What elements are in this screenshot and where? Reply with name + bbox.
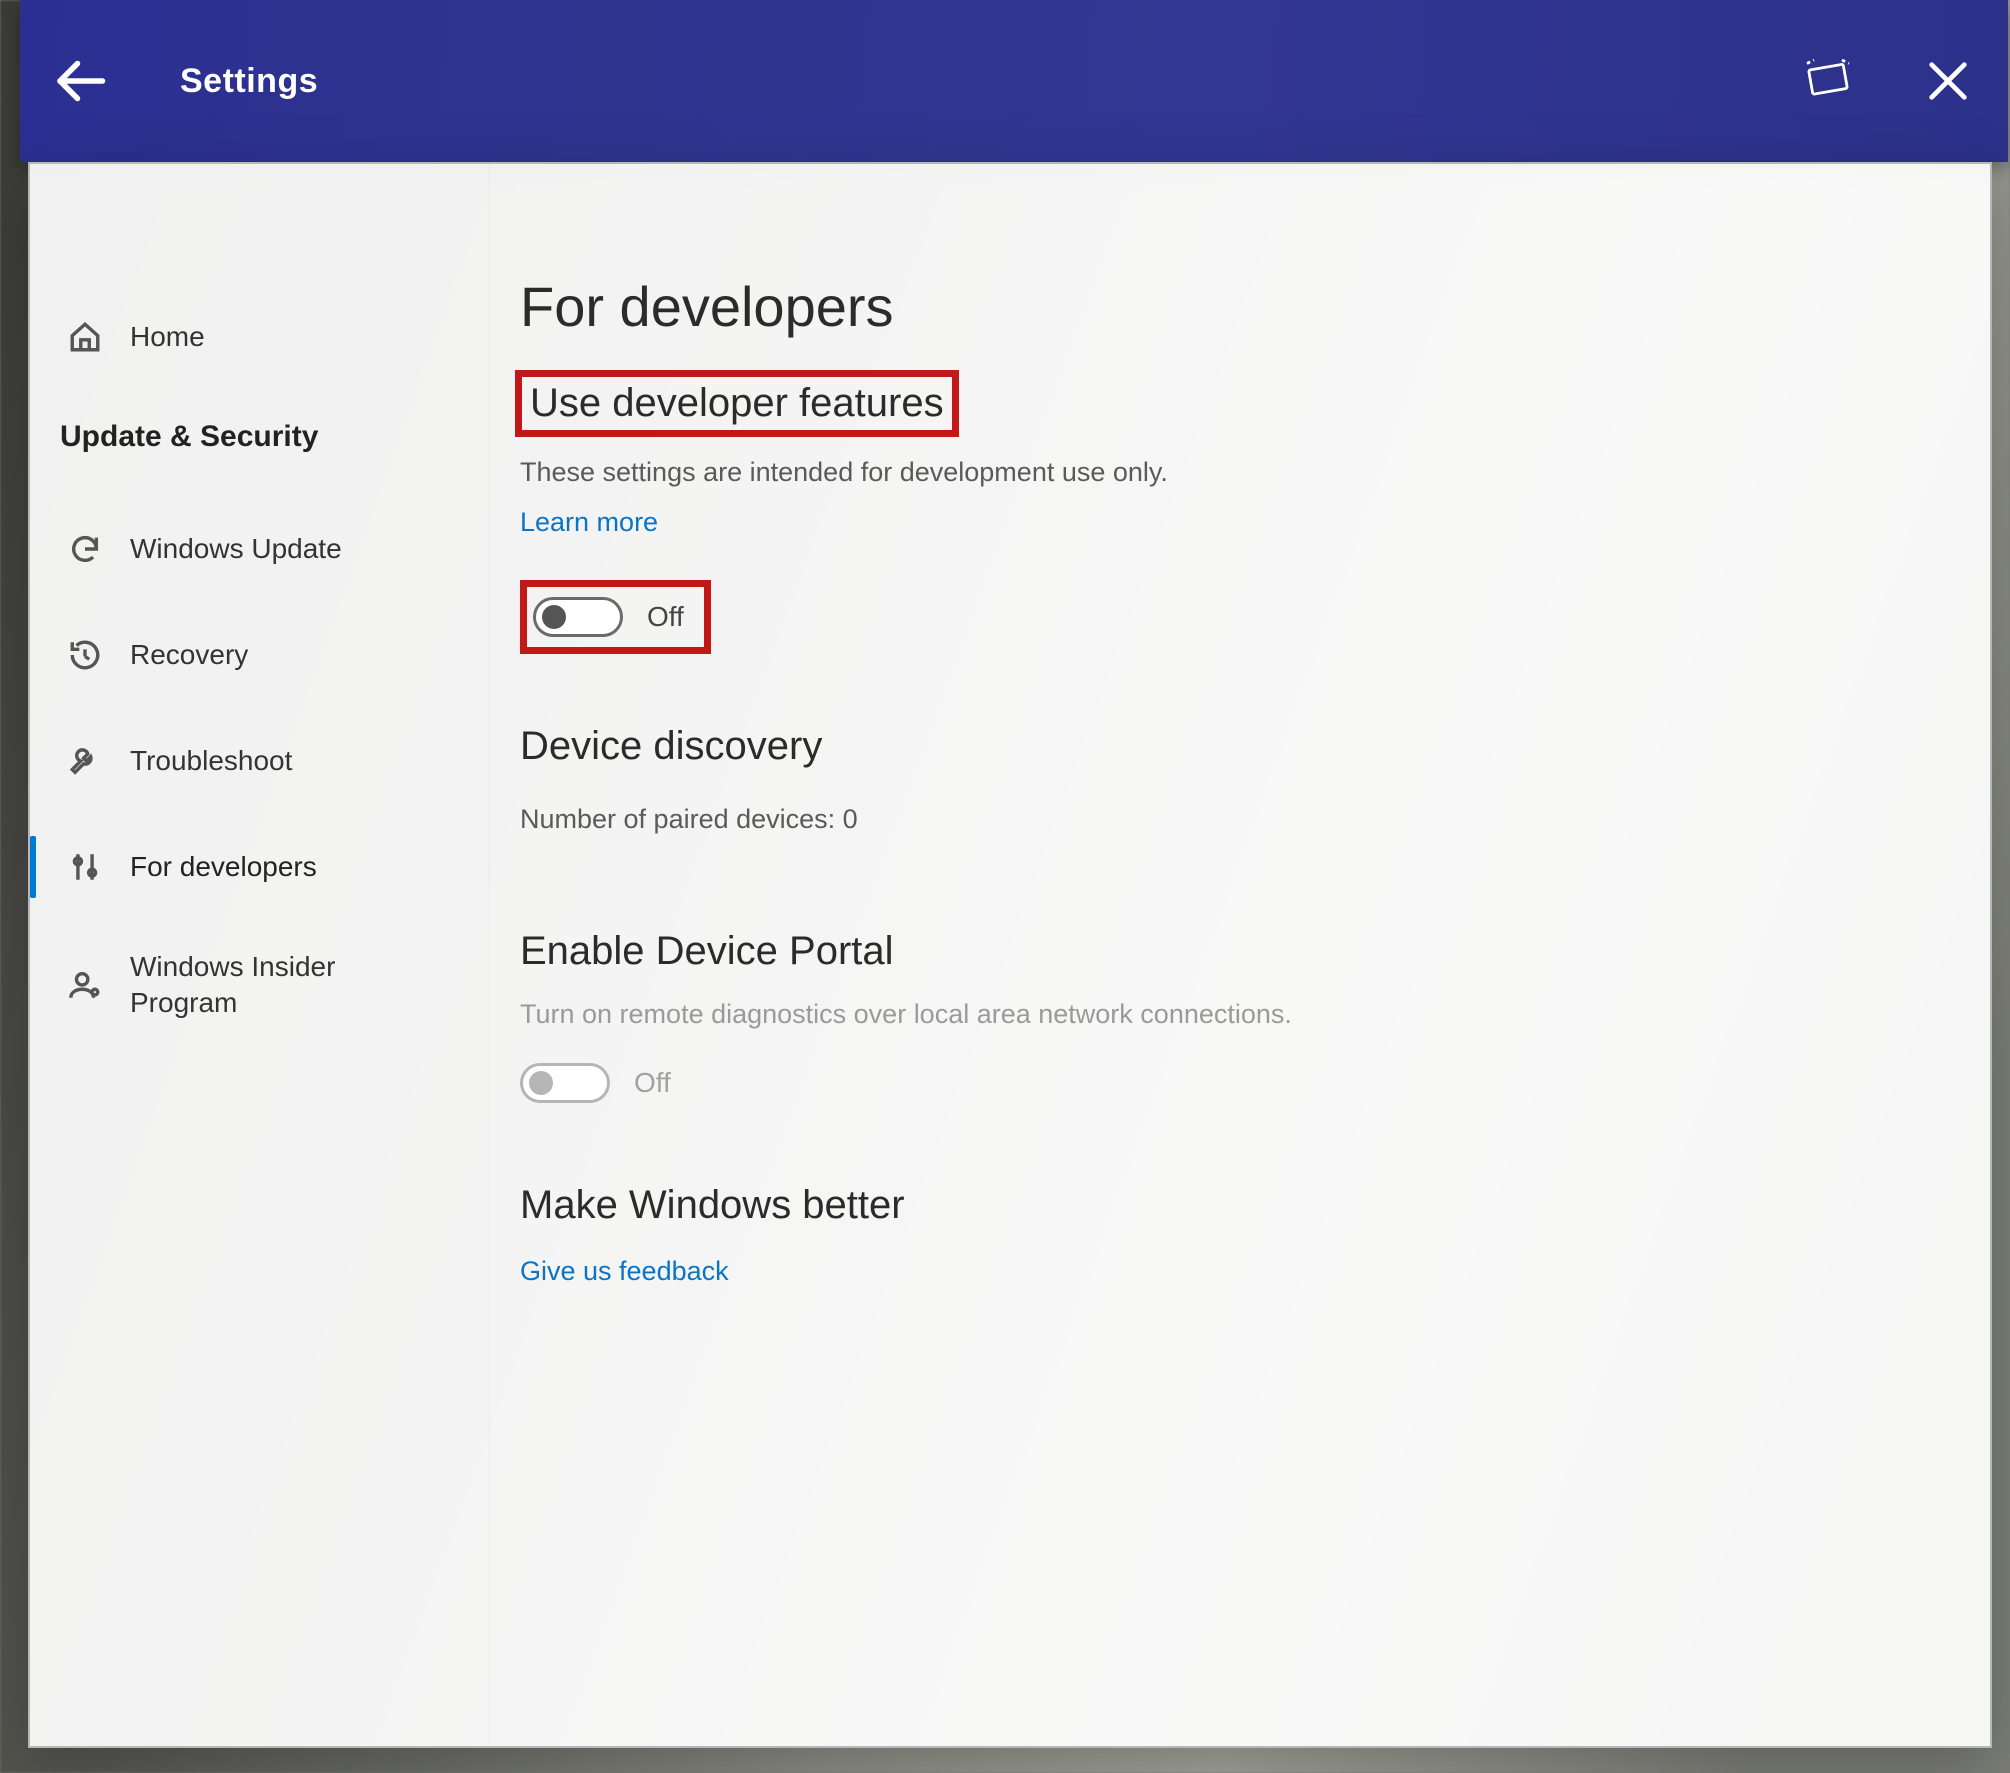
- sidebar-item-windows-update[interactable]: Windows Update: [30, 496, 489, 602]
- window-title: Settings: [180, 62, 318, 101]
- device-portal-toggle-label: Off: [634, 1067, 671, 1099]
- sync-icon: [60, 532, 110, 566]
- highlight-box: Off: [520, 580, 711, 654]
- learn-more-link[interactable]: Learn more: [520, 507, 658, 538]
- section-dev-features-heading: Use developer features: [520, 375, 1930, 432]
- close-button[interactable]: [1888, 0, 2008, 162]
- wrench-icon: [60, 744, 110, 778]
- sidebar-item-label: Windows Insider Program: [130, 949, 430, 1022]
- page-title: For developers: [520, 274, 1930, 339]
- sidebar-category-label: Update & Security: [60, 420, 318, 454]
- sidebar-category: Update & Security: [30, 402, 489, 472]
- section-device-discovery-heading: Device discovery: [520, 724, 1930, 769]
- section-device-portal-heading: Enable Device Portal: [520, 929, 1930, 974]
- sidebar-home[interactable]: Home: [30, 284, 489, 390]
- person-badge-icon: [60, 968, 110, 1002]
- highlight-box: Use developer features: [520, 375, 954, 432]
- sidebar-item-recovery[interactable]: Recovery: [30, 602, 489, 708]
- sidebar-item-label: Troubleshoot: [130, 745, 292, 777]
- paired-devices-count: Number of paired devices: 0: [520, 799, 1930, 840]
- sidebar-item-insider[interactable]: Windows Insider Program: [30, 920, 489, 1050]
- sidebar-item-label: Home: [130, 321, 205, 353]
- sidebar-item-label: For developers: [130, 851, 317, 883]
- dev-features-description: These settings are intended for developm…: [520, 452, 1930, 493]
- home-icon: [60, 320, 110, 354]
- sidebar-item-label: Windows Update: [130, 533, 342, 565]
- give-feedback-link[interactable]: Give us feedback: [520, 1256, 729, 1287]
- titlebar: Settings: [20, 0, 2008, 162]
- dev-features-toggle[interactable]: [533, 597, 623, 637]
- sliders-icon: [60, 850, 110, 884]
- device-portal-toggle: [520, 1063, 610, 1103]
- sidebar-item-troubleshoot[interactable]: Troubleshoot: [30, 708, 489, 814]
- sidebar-item-label: Recovery: [130, 639, 248, 671]
- settings-window: Home Update & Security Windows Update Re…: [28, 162, 1992, 1748]
- back-button[interactable]: [20, 0, 140, 162]
- slate-rotate-button[interactable]: [1768, 0, 1888, 162]
- sidebar: Home Update & Security Windows Update Re…: [30, 164, 490, 1746]
- history-icon: [60, 638, 110, 672]
- sidebar-item-for-developers[interactable]: For developers: [30, 814, 489, 920]
- section-feedback-heading: Make Windows better: [520, 1183, 1930, 1228]
- device-portal-description: Turn on remote diagnostics over local ar…: [520, 994, 1930, 1035]
- dev-features-toggle-label: Off: [647, 601, 684, 633]
- main-content: For developers Use developer features Th…: [490, 164, 1990, 1746]
